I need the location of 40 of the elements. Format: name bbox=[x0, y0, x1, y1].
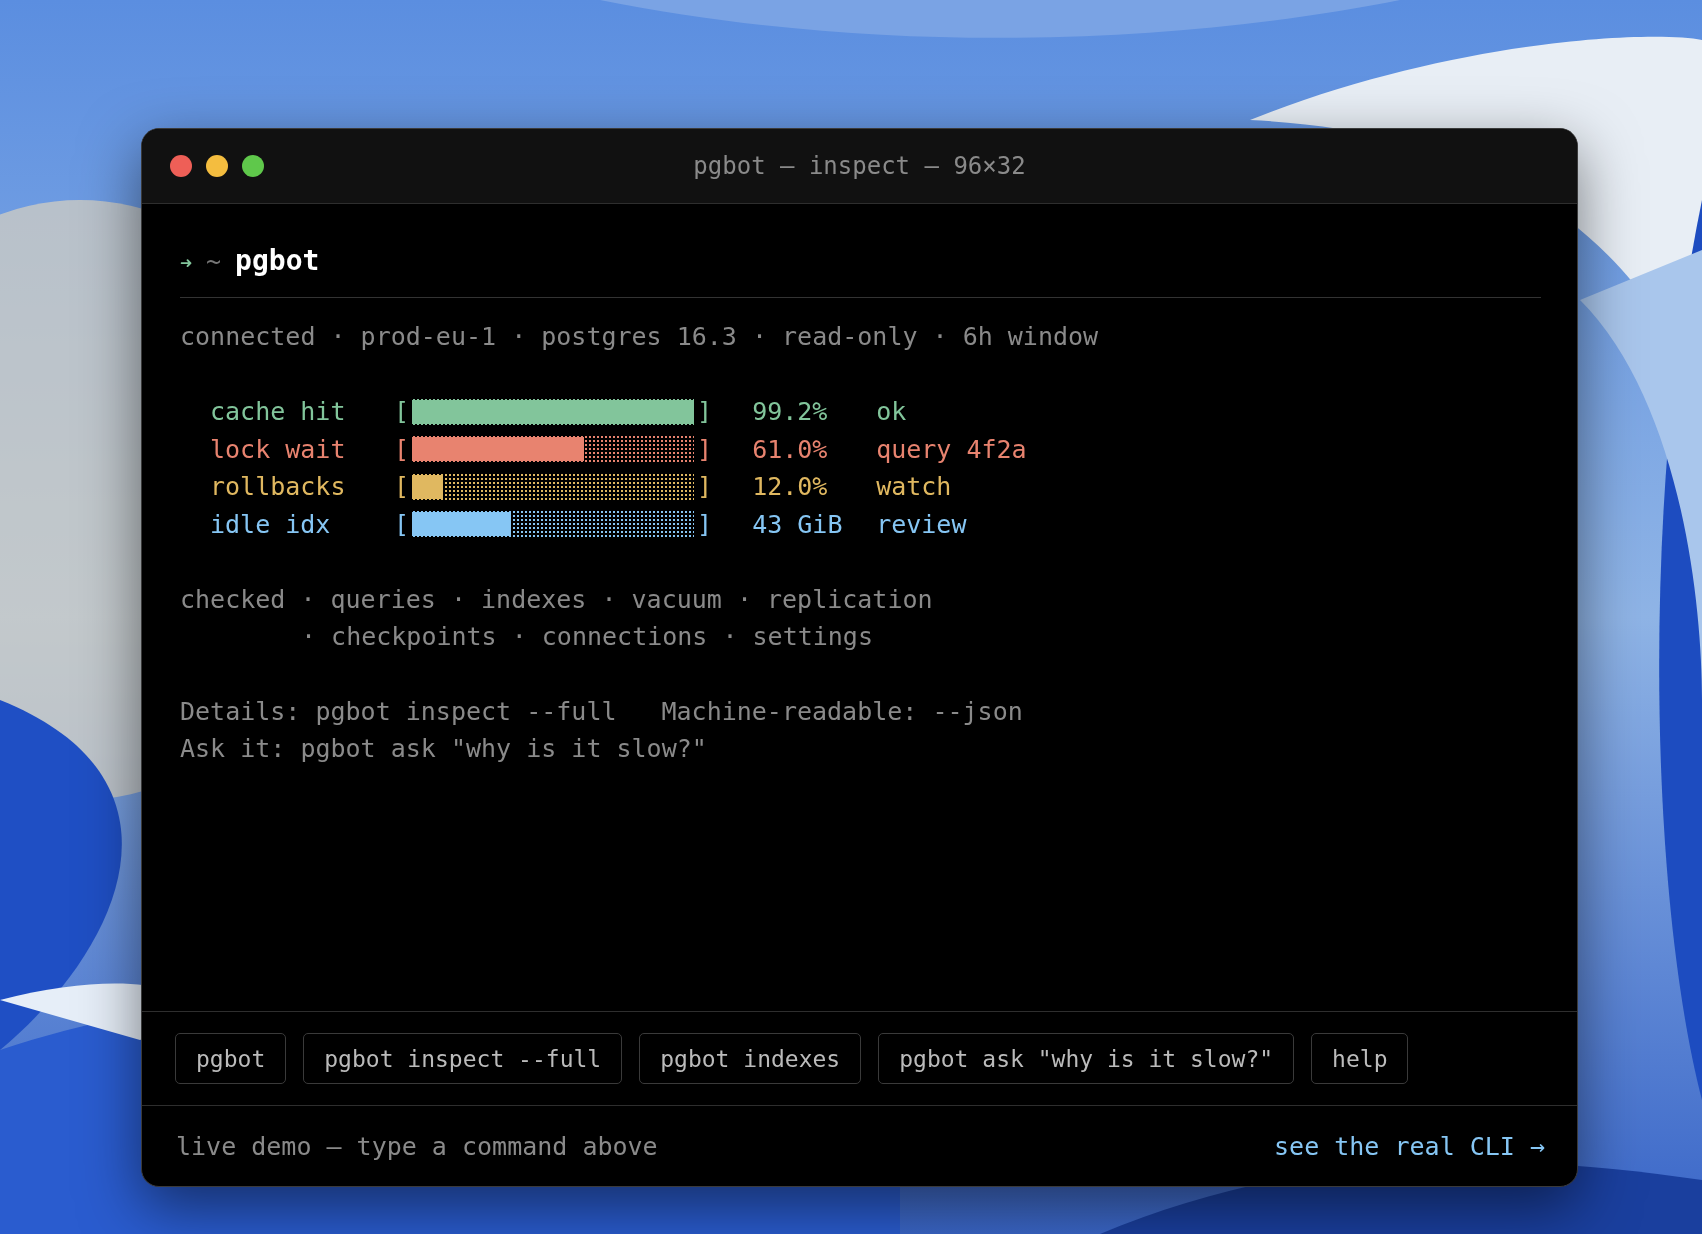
hint-text: Machine-readable: --json bbox=[661, 696, 1023, 728]
bracket: [ bbox=[394, 509, 410, 539]
minimize-button[interactable] bbox=[206, 155, 228, 177]
bracket: ] bbox=[697, 472, 713, 502]
command-button[interactable]: pgbot ask "why is it slow?" bbox=[878, 1033, 1295, 1084]
command-button[interactable]: pgbot inspect --full bbox=[303, 1033, 623, 1084]
status-line: connected · prod-eu-1 · postgres 16.3 · read-only · 6h window bbox=[180, 321, 1100, 353]
command-text: pgbot bbox=[235, 244, 320, 277]
zoom-button[interactable] bbox=[242, 155, 264, 177]
meter-reading: 43 GiB bbox=[752, 509, 844, 539]
command-button[interactable]: pgbot indexes bbox=[639, 1033, 862, 1084]
bracket: ] bbox=[697, 397, 713, 427]
meter-status: ok bbox=[876, 397, 907, 427]
meter-reading: 99.2% bbox=[752, 397, 829, 427]
prompt-directory: ~ bbox=[206, 247, 222, 276]
meter-label: lock wait bbox=[210, 434, 347, 464]
meter-status: watch bbox=[876, 472, 952, 502]
bracket: [ bbox=[394, 397, 410, 427]
meter-reading: 12.0% bbox=[752, 472, 829, 502]
meter-label: idle idx bbox=[210, 509, 332, 539]
command-button[interactable]: pgbot bbox=[175, 1033, 287, 1084]
checked-line: · checkpoints · connections · settings bbox=[300, 621, 874, 653]
hint-text: Details: pgbot inspect --full bbox=[180, 696, 617, 728]
cli-link[interactable]: see the real CLI → bbox=[1274, 1131, 1545, 1161]
meter-label: cache hit bbox=[210, 397, 347, 427]
bracket: ] bbox=[697, 509, 713, 539]
meter-reading: 61.0% bbox=[752, 434, 829, 464]
footer-note: live demo — type a command above bbox=[176, 1131, 658, 1161]
checked-line: checked · queries · indexes · vacuum · replication bbox=[180, 584, 934, 616]
bracket: [ bbox=[394, 434, 410, 464]
meter-label: rollbacks bbox=[210, 472, 347, 502]
prompt-arrow: ➜ bbox=[180, 251, 193, 275]
command-button[interactable]: help bbox=[1311, 1033, 1409, 1084]
window-title: pgbot — inspect — 96×32 bbox=[693, 152, 1026, 180]
hint-text: Ask it: pgbot ask "why is it slow?" bbox=[180, 733, 707, 765]
bracket: ] bbox=[697, 434, 713, 464]
bracket: [ bbox=[394, 472, 410, 502]
meter-status: review bbox=[876, 509, 967, 539]
meter-status: query 4f2a bbox=[876, 434, 1027, 464]
close-button[interactable] bbox=[170, 155, 192, 177]
